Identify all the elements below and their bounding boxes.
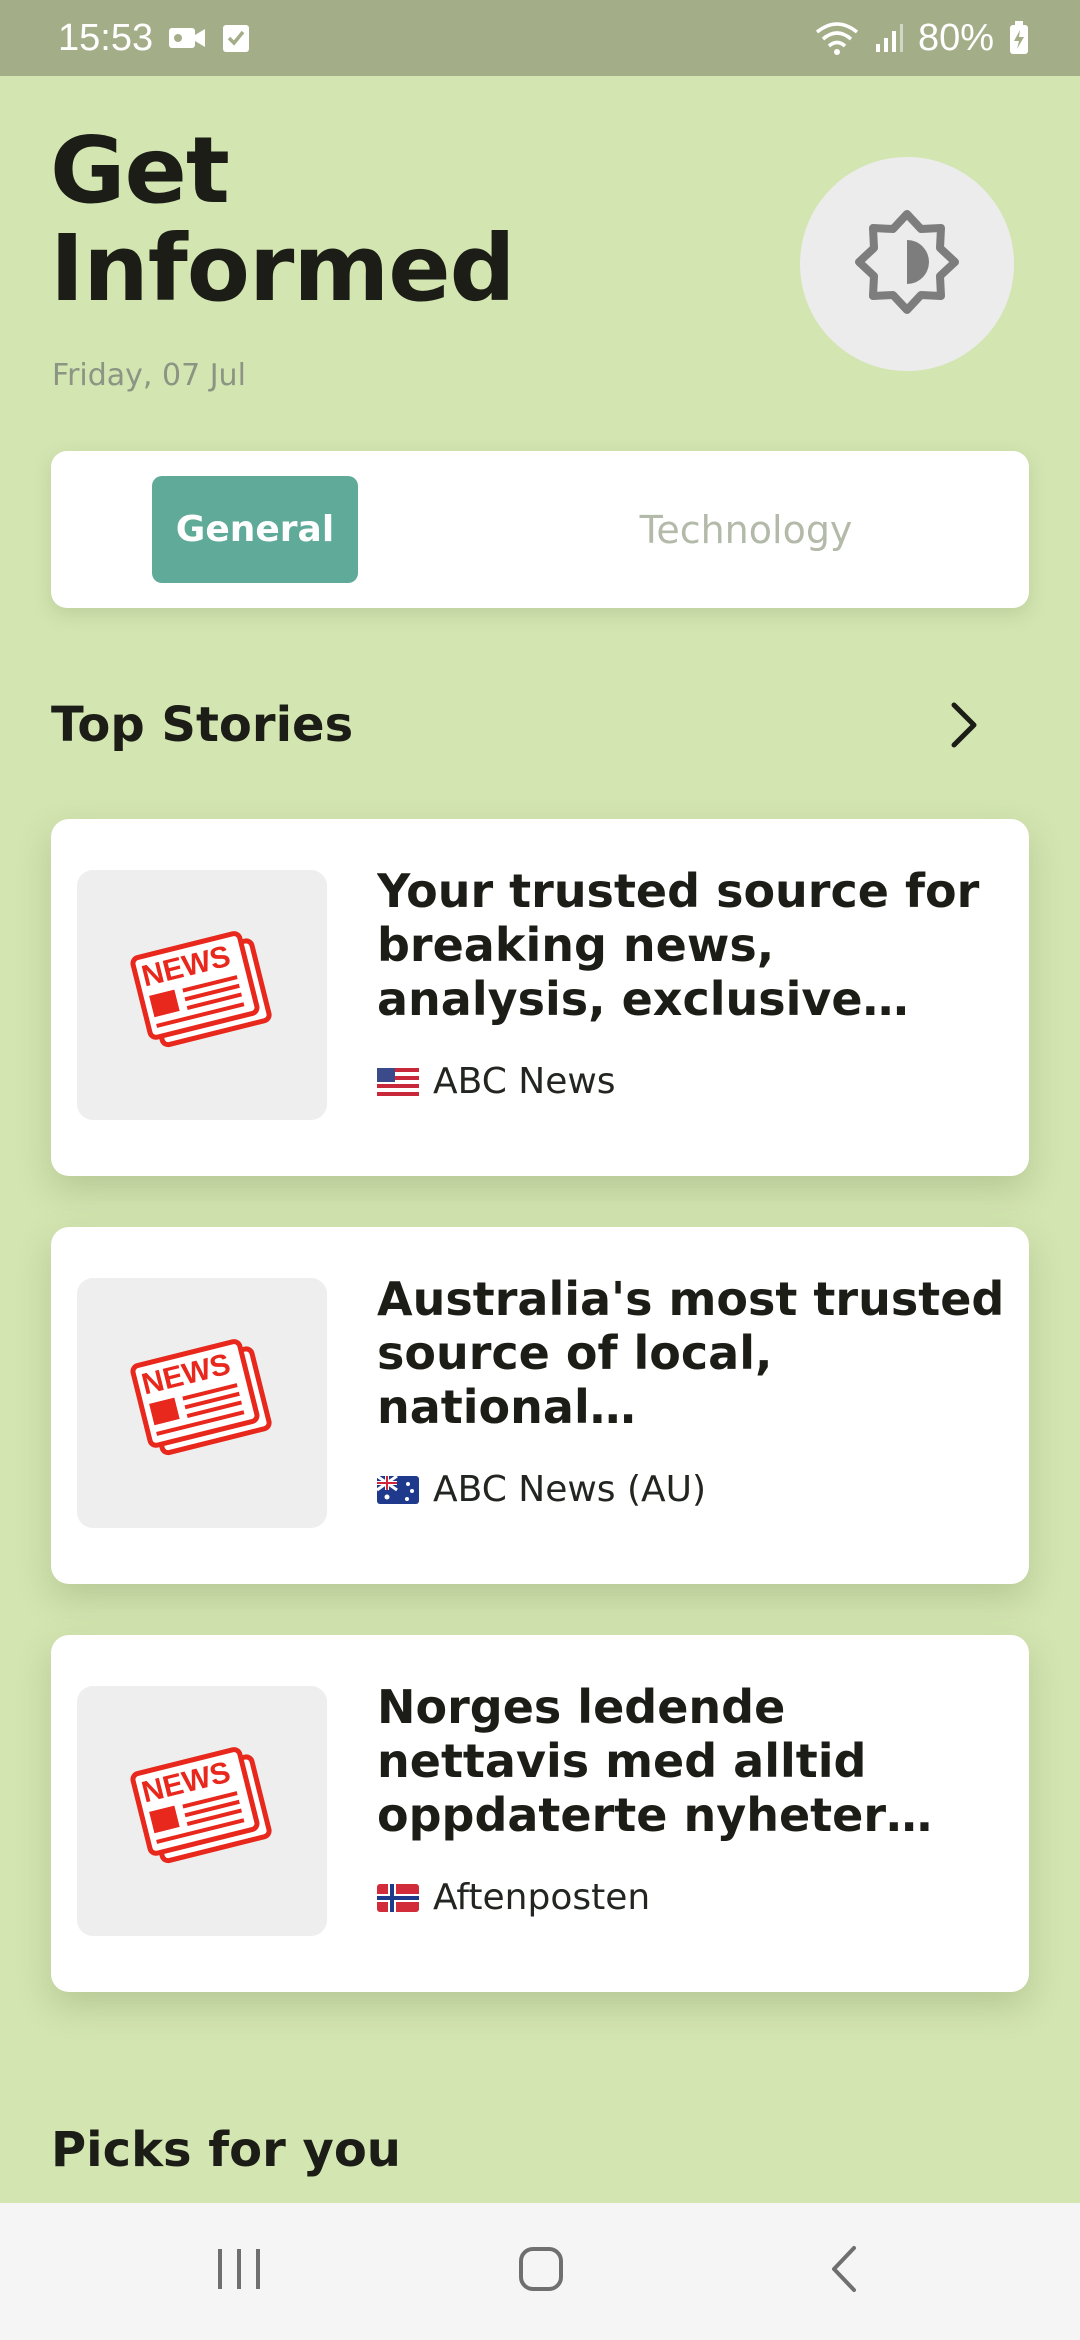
chevron-right-icon <box>949 701 979 753</box>
battery-charging-icon <box>1008 20 1030 56</box>
picks-heading: Picks for you <box>51 2122 401 2178</box>
category-tabs: General Technology <box>51 451 1029 608</box>
newspaper-icon: NEWS <box>122 1739 282 1883</box>
tab-general[interactable]: General <box>152 476 358 583</box>
story-card[interactable]: NEWS Australia's most trusted source of … <box>51 1227 1029 1584</box>
story-source: ABC News (AU) <box>377 1469 706 1510</box>
tab-technology[interactable]: Technology <box>571 476 921 583</box>
system-navigation-bar <box>0 2203 1080 2340</box>
newspaper-icon: NEWS <box>122 1331 282 1475</box>
status-right: 80% <box>814 17 1030 60</box>
story-source-name: Aftenposten <box>433 1877 651 1918</box>
story-title: Your trusted source for breaking news, a… <box>377 864 980 1026</box>
story-source: ABC News <box>377 1061 616 1102</box>
story-thumbnail: NEWS <box>77 1686 327 1936</box>
story-thumbnail: NEWS <box>77 1278 327 1528</box>
story-title: Australia's most trusted source of local… <box>377 1272 1005 1434</box>
home-icon <box>517 2245 565 2297</box>
story-thumbnail: NEWS <box>77 870 327 1120</box>
status-time: 15:53 <box>58 16 154 59</box>
back-icon <box>829 2244 859 2298</box>
story-card[interactable]: NEWS Norges ledende nettavis med alltid … <box>51 1635 1029 1992</box>
wifi-icon <box>814 20 860 56</box>
story-source: Aftenposten <box>377 1877 650 1918</box>
battery-percent: 80% <box>917 16 994 59</box>
no-flag-icon <box>377 1883 419 1912</box>
newspaper-icon: NEWS <box>122 923 282 1067</box>
back-button[interactable] <box>784 2235 904 2307</box>
status-bar: 15:53 80% <box>0 0 1080 76</box>
top-stories-heading: Top Stories <box>51 697 354 753</box>
checkbox-notification-icon <box>221 22 251 54</box>
au-flag-icon <box>377 1475 419 1504</box>
story-source-name: ABC News <box>433 1061 616 1102</box>
theme-toggle-button[interactable] <box>800 157 1014 371</box>
status-left: 15:53 <box>58 17 251 60</box>
story-card[interactable]: NEWS Your trusted source for breaking ne… <box>51 819 1029 1176</box>
video-camera-icon <box>167 23 207 53</box>
signal-icon <box>874 22 904 54</box>
home-button[interactable] <box>481 2235 601 2307</box>
page-title: Get Informed <box>50 117 515 322</box>
recent-apps-button[interactable] <box>179 2235 299 2307</box>
recent-apps-icon <box>214 2246 264 2296</box>
current-date: Friday, 07 Jul <box>52 358 246 393</box>
story-source-name: ABC News (AU) <box>433 1469 707 1510</box>
brightness-icon <box>855 210 959 318</box>
us-flag-icon <box>377 1067 419 1096</box>
top-stories-more-button[interactable] <box>944 700 984 754</box>
story-title: Norges ledende nettavis med alltid oppda… <box>377 1680 887 1842</box>
